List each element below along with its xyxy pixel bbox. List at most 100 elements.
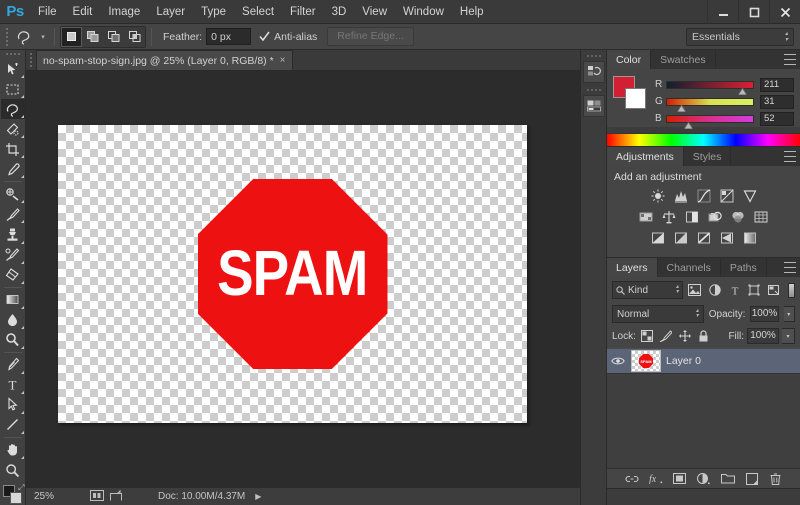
new-fill-adjustment-layer-icon[interactable] (696, 471, 711, 486)
new-selection-button[interactable] (61, 27, 82, 47)
line-tool[interactable] (1, 415, 25, 435)
posterize-icon[interactable] (671, 229, 690, 246)
feather-input[interactable] (206, 28, 251, 45)
hand-tool[interactable] (1, 440, 25, 460)
color-swatches[interactable]: ⤢ (1, 484, 25, 505)
image-canvas[interactable]: SPAM (58, 125, 527, 423)
tab-strip-grip[interactable] (26, 49, 36, 70)
color-spectrum-ramp[interactable] (607, 133, 800, 146)
minimize-icon[interactable] (707, 0, 738, 24)
menu-item-file[interactable]: File (30, 1, 65, 23)
curves-icon[interactable] (694, 187, 713, 204)
green-value[interactable]: 31 (760, 95, 794, 109)
path-selection-tool[interactable] (1, 395, 25, 415)
status-bar-chevron-right-icon[interactable]: ▶ (255, 492, 261, 501)
brush-tool[interactable] (1, 204, 25, 224)
tab-layers[interactable]: Layers (607, 258, 658, 277)
red-value[interactable]: 211 (760, 78, 794, 92)
crop-tool[interactable] (1, 139, 25, 159)
filter-smart-object-icon[interactable] (766, 281, 782, 299)
fill-value[interactable]: 100% (747, 328, 779, 344)
quick-selection-tool[interactable] (1, 119, 25, 139)
color-lookup-icon[interactable] (752, 208, 771, 225)
menu-item-type[interactable]: Type (193, 1, 234, 23)
clone-stamp-tool[interactable] (1, 224, 25, 244)
menu-item-filter[interactable]: Filter (282, 1, 324, 23)
invert-icon[interactable] (648, 229, 667, 246)
horizontal-type-tool[interactable]: T (1, 375, 25, 395)
filter-type-icon[interactable]: T (727, 281, 743, 299)
color-balance-icon[interactable] (660, 208, 679, 225)
channel-mixer-icon[interactable] (729, 208, 748, 225)
gradient-map-icon[interactable] (740, 229, 759, 246)
menu-item-view[interactable]: View (354, 1, 395, 23)
mini-dock-grip[interactable] (587, 55, 601, 57)
refine-edge-button[interactable]: Refine Edge... (327, 27, 414, 46)
lock-all-icon[interactable] (696, 328, 712, 344)
eraser-tool[interactable] (1, 265, 25, 285)
rectangular-marquee-tool[interactable] (1, 79, 25, 99)
layer-filter-kind-select[interactable]: Kind ▴▾ (612, 281, 683, 299)
blue-slider-track[interactable] (666, 115, 754, 123)
menu-item-3d[interactable]: 3D (324, 1, 355, 23)
menu-item-layer[interactable]: Layer (148, 1, 193, 23)
pen-tool[interactable] (1, 355, 25, 375)
blue-slider-thumb[interactable] (684, 122, 693, 129)
workspace-selector[interactable]: Essentials ▴▾ (686, 28, 794, 46)
document-preview-icon[interactable] (90, 490, 104, 504)
tab-adjustments[interactable]: Adjustments (607, 147, 684, 166)
tab-channels[interactable]: Channels (658, 258, 721, 277)
new-group-icon[interactable] (720, 471, 735, 486)
exposure-icon[interactable] (717, 187, 736, 204)
menu-item-help[interactable]: Help (452, 1, 492, 23)
green-slider-thumb[interactable] (677, 105, 686, 112)
move-tool[interactable] (1, 59, 25, 79)
opacity-chevron-down-icon[interactable]: ▾ (784, 306, 795, 322)
layer-thumbnail[interactable]: SPAM (631, 350, 661, 372)
filter-adjustment-icon[interactable] (707, 281, 723, 299)
mini-dock-grip-2[interactable] (587, 89, 601, 91)
spot-healing-brush-tool[interactable] (1, 184, 25, 204)
document-tab[interactable]: no-spam-stop-sign.jpg @ 25% (Layer 0, RG… (36, 50, 293, 70)
layer-name[interactable]: Layer 0 (666, 355, 701, 367)
red-slider-track[interactable] (666, 81, 754, 89)
lasso-tool[interactable] (1, 99, 25, 119)
layers-panel-menu-icon[interactable] (784, 262, 796, 273)
lasso-icon[interactable] (11, 26, 37, 48)
zoom-tool[interactable] (1, 460, 25, 480)
photo-filter-icon[interactable] (706, 208, 725, 225)
antialias-checkbox[interactable]: Anti-alias (259, 31, 317, 43)
layer-list[interactable]: SPAM Layer 0 (607, 348, 800, 468)
dodge-tool[interactable] (1, 330, 25, 350)
table-row[interactable]: SPAM Layer 0 (607, 348, 800, 374)
levels-icon[interactable] (671, 187, 690, 204)
filter-toggle-switch[interactable] (788, 283, 795, 298)
new-layer-icon[interactable] (744, 471, 759, 486)
blur-tool[interactable] (1, 310, 25, 330)
tab-color[interactable]: Color (607, 50, 651, 69)
filter-pixel-icon[interactable] (687, 281, 703, 299)
menu-item-image[interactable]: Image (100, 1, 148, 23)
maximize-icon[interactable] (738, 0, 769, 24)
tab-swatches[interactable]: Swatches (651, 50, 716, 69)
brightness-contrast-icon[interactable] (648, 187, 667, 204)
layer-visibility-eye-icon[interactable] (610, 356, 626, 366)
share-icon[interactable] (110, 490, 122, 504)
close-icon[interactable] (769, 0, 800, 24)
swap-colors-icon[interactable]: ⤢ (18, 483, 24, 493)
tab-paths[interactable]: Paths (721, 258, 767, 277)
color-background-swatch[interactable] (625, 88, 646, 109)
menu-item-select[interactable]: Select (234, 1, 282, 23)
red-slider-thumb[interactable] (738, 88, 747, 95)
threshold-icon[interactable] (694, 229, 713, 246)
background-color-swatch[interactable] (10, 492, 22, 504)
lock-position-icon[interactable] (677, 328, 693, 344)
add-layer-mask-icon[interactable] (672, 471, 687, 486)
tools-panel-grip[interactable] (6, 53, 20, 55)
lock-transparent-pixels-icon[interactable] (639, 328, 655, 344)
selective-color-icon[interactable] (717, 229, 736, 246)
eyedropper-tool[interactable] (1, 159, 25, 179)
intersect-selection-button[interactable] (124, 27, 145, 47)
add-to-selection-button[interactable] (82, 27, 103, 47)
color-panel-menu-icon[interactable] (784, 54, 796, 65)
